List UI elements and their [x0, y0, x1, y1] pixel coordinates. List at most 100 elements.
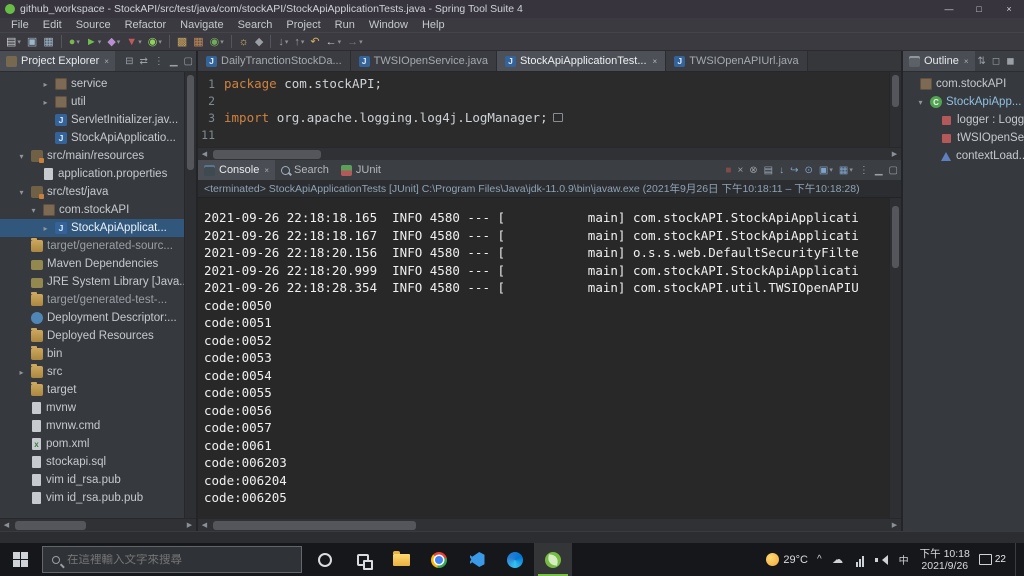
scrollbar-thumb[interactable] — [213, 150, 322, 159]
tree-item-mvnw[interactable]: mvnw — [0, 399, 184, 417]
next-annotation-button[interactable]: ↓ ▾ — [275, 33, 291, 50]
menu-source[interactable]: Source — [69, 19, 118, 31]
tree-item-stockapi-sql[interactable]: stockapi.sql — [0, 453, 184, 471]
hide-fields-icon[interactable]: ◻ — [989, 51, 1003, 71]
chevron-collapsed-icon[interactable]: ▸ — [40, 98, 51, 107]
search-button[interactable]: ☼ — [236, 33, 252, 50]
clock[interactable]: 下午 10:18 2021/9/26 — [920, 548, 970, 572]
maximize-view-icon[interactable]: ▢ — [181, 51, 196, 71]
outline-item-twsiopense[interactable]: tWSIOpenSe... — [903, 129, 1024, 147]
chevron-expanded-icon[interactable]: ▾ — [16, 152, 27, 161]
outline-item-com-stockapi[interactable]: com.stockAPI — [903, 75, 1024, 93]
hide-static-members-icon[interactable]: ◼ — [1003, 51, 1017, 71]
outline-item-logger-logg[interactable]: logger : Logg... — [903, 111, 1024, 129]
tree-item-jre-system-library-java[interactable]: JRE System Library [Java... — [0, 273, 184, 291]
view-menu-icon[interactable]: ⋮ — [1018, 51, 1024, 71]
close-view-icon[interactable]: × — [264, 166, 269, 175]
collapse-all-icon[interactable]: ⊟ — [122, 51, 136, 71]
maximize-button[interactable]: □ — [964, 0, 994, 18]
outline-item-contextload[interactable]: contextLoad... — [903, 147, 1024, 165]
spring-tool-suite-button[interactable] — [534, 543, 572, 576]
previous-annotation-button[interactable]: ↑ ▾ — [291, 33, 307, 50]
chevron-expanded-icon[interactable]: ▾ — [28, 206, 39, 215]
menu-run[interactable]: Run — [328, 19, 362, 31]
scroll-lock-icon[interactable]: ↓ — [776, 160, 787, 180]
back-button[interactable]: ← ▾ — [323, 33, 345, 50]
forward-button[interactable]: → ▾ — [344, 33, 366, 50]
remove-all-launches-icon[interactable]: ⊗ — [746, 160, 760, 180]
onedrive-icon[interactable] — [831, 553, 845, 567]
volume-icon[interactable] — [874, 553, 889, 567]
scrollbar-thumb[interactable] — [892, 206, 899, 268]
debug-button[interactable]: ● ▾ — [66, 33, 83, 50]
coverage-button[interactable]: ▼ ▾ — [123, 33, 144, 50]
menu-refactor[interactable]: Refactor — [118, 19, 174, 31]
view-menu-icon[interactable]: ⋮ — [151, 51, 167, 71]
new-class-button[interactable]: ◉ ▾ — [207, 33, 227, 50]
tree-item-util[interactable]: ▸ util — [0, 93, 184, 111]
cortana-button[interactable] — [306, 543, 344, 576]
tree-item-vim-id-rsa-pub-pub[interactable]: vim id_rsa.pub.pub — [0, 489, 184, 507]
link-with-editor-icon[interactable]: ⇄ — [136, 51, 150, 71]
clear-console-icon[interactable]: ▤ — [761, 160, 776, 180]
taskbar-search-box[interactable] — [42, 546, 302, 573]
folded-region-indicator[interactable] — [552, 113, 563, 122]
chevron-collapsed-icon[interactable]: ▸ — [40, 80, 51, 89]
view-tab-search[interactable]: Search — [275, 160, 335, 180]
menu-help[interactable]: Help — [415, 19, 452, 31]
editor-vertical-scrollbar[interactable] — [889, 72, 901, 147]
scrollbar-track[interactable] — [211, 519, 888, 531]
tree-item-maven-dependencies[interactable]: Maven Dependencies — [0, 255, 184, 273]
minimize-button[interactable]: — — [934, 0, 964, 18]
scrollbar-track[interactable] — [211, 148, 888, 160]
view-tab-project-explorer[interactable]: Project Explorer × — [0, 51, 115, 71]
tree-item-src-test-java[interactable]: ▾ src/test/java — [0, 183, 184, 201]
code-content[interactable]: 1 package com.stockAPI; 2 3 import org.apach… — [198, 72, 889, 147]
ime-indicator[interactable]: 中 — [897, 553, 911, 567]
last-edit-location-button[interactable]: ↶ — [307, 33, 322, 50]
scroll-left-button[interactable]: ◀ — [198, 521, 211, 529]
save-button[interactable]: ▣ — [24, 33, 40, 50]
close-tab-icon[interactable]: × — [653, 57, 658, 66]
editor-tab-twsiopenservice-java[interactable]: TWSIOpenService.java — [350, 51, 497, 71]
editor-tab-stockapiapplicationtest[interactable]: StockApiApplicationTest... × — [496, 51, 667, 71]
close-view-icon[interactable]: × — [104, 57, 109, 66]
tray-expand-button[interactable]: ^ — [817, 554, 822, 565]
task-view-button[interactable] — [344, 543, 382, 576]
view-menu-icon[interactable]: ⋮ — [856, 160, 872, 180]
console-horizontal-scrollbar[interactable]: ◀ ▶ — [198, 518, 901, 531]
scroll-right-button[interactable]: ▶ — [888, 150, 901, 158]
close-button[interactable]: × — [994, 0, 1024, 18]
action-center-button[interactable]: 22 — [978, 554, 1006, 565]
chevron-expanded-icon[interactable]: ▾ — [915, 98, 926, 107]
tree-item-service[interactable]: ▸ service — [0, 75, 184, 93]
chrome-button[interactable] — [420, 543, 458, 576]
tree-item-target[interactable]: target — [0, 381, 184, 399]
tree-item-src-main-resources[interactable]: ▾ src/main/resources — [0, 147, 184, 165]
view-tab-junit[interactable]: JUnit — [335, 160, 387, 180]
minimize-view-icon[interactable]: ▁ — [167, 51, 181, 71]
start-button[interactable] — [0, 543, 40, 576]
menu-project[interactable]: Project — [279, 19, 327, 31]
explorer-vertical-scrollbar[interactable] — [184, 72, 196, 518]
scroll-right-button[interactable]: ▶ — [888, 521, 901, 529]
sort-icon[interactable]: ⇅ — [975, 51, 989, 71]
save-all-button[interactable]: ▦ — [40, 33, 56, 50]
titlebar[interactable]: github_workspace - StockAPI/src/test/jav… — [0, 0, 1024, 18]
outline-tree[interactable]: com.stockAPI ▾ StockApiApp... logger : Logg… — [903, 72, 1024, 531]
scroll-left-button[interactable]: ◀ — [0, 521, 13, 529]
terminate-icon[interactable]: ■ — [722, 160, 734, 180]
tree-item-servletinitializer-jav[interactable]: ServletInitializer.jav... — [0, 111, 184, 129]
maximize-view-icon[interactable]: ▢ — [886, 160, 901, 180]
weather-indicator[interactable]: 29°C — [766, 553, 808, 566]
network-icon[interactable] — [853, 553, 867, 567]
editor-tab-dailytranctionstockda[interactable]: DailyTranctionStockDa... — [198, 51, 351, 71]
minimize-view-icon[interactable]: ▁ — [872, 160, 886, 180]
menu-file[interactable]: File — [4, 19, 36, 31]
tree-item-deployed-resources[interactable]: Deployed Resources — [0, 327, 184, 345]
editor-horizontal-scrollbar[interactable]: ◀ ▶ — [198, 147, 901, 160]
scroll-right-button[interactable]: ▶ — [183, 521, 196, 529]
close-view-icon[interactable]: × — [964, 57, 969, 66]
view-tab-console[interactable]: Console × — [198, 160, 276, 180]
tree-item-application-properties[interactable]: application.properties — [0, 165, 184, 183]
